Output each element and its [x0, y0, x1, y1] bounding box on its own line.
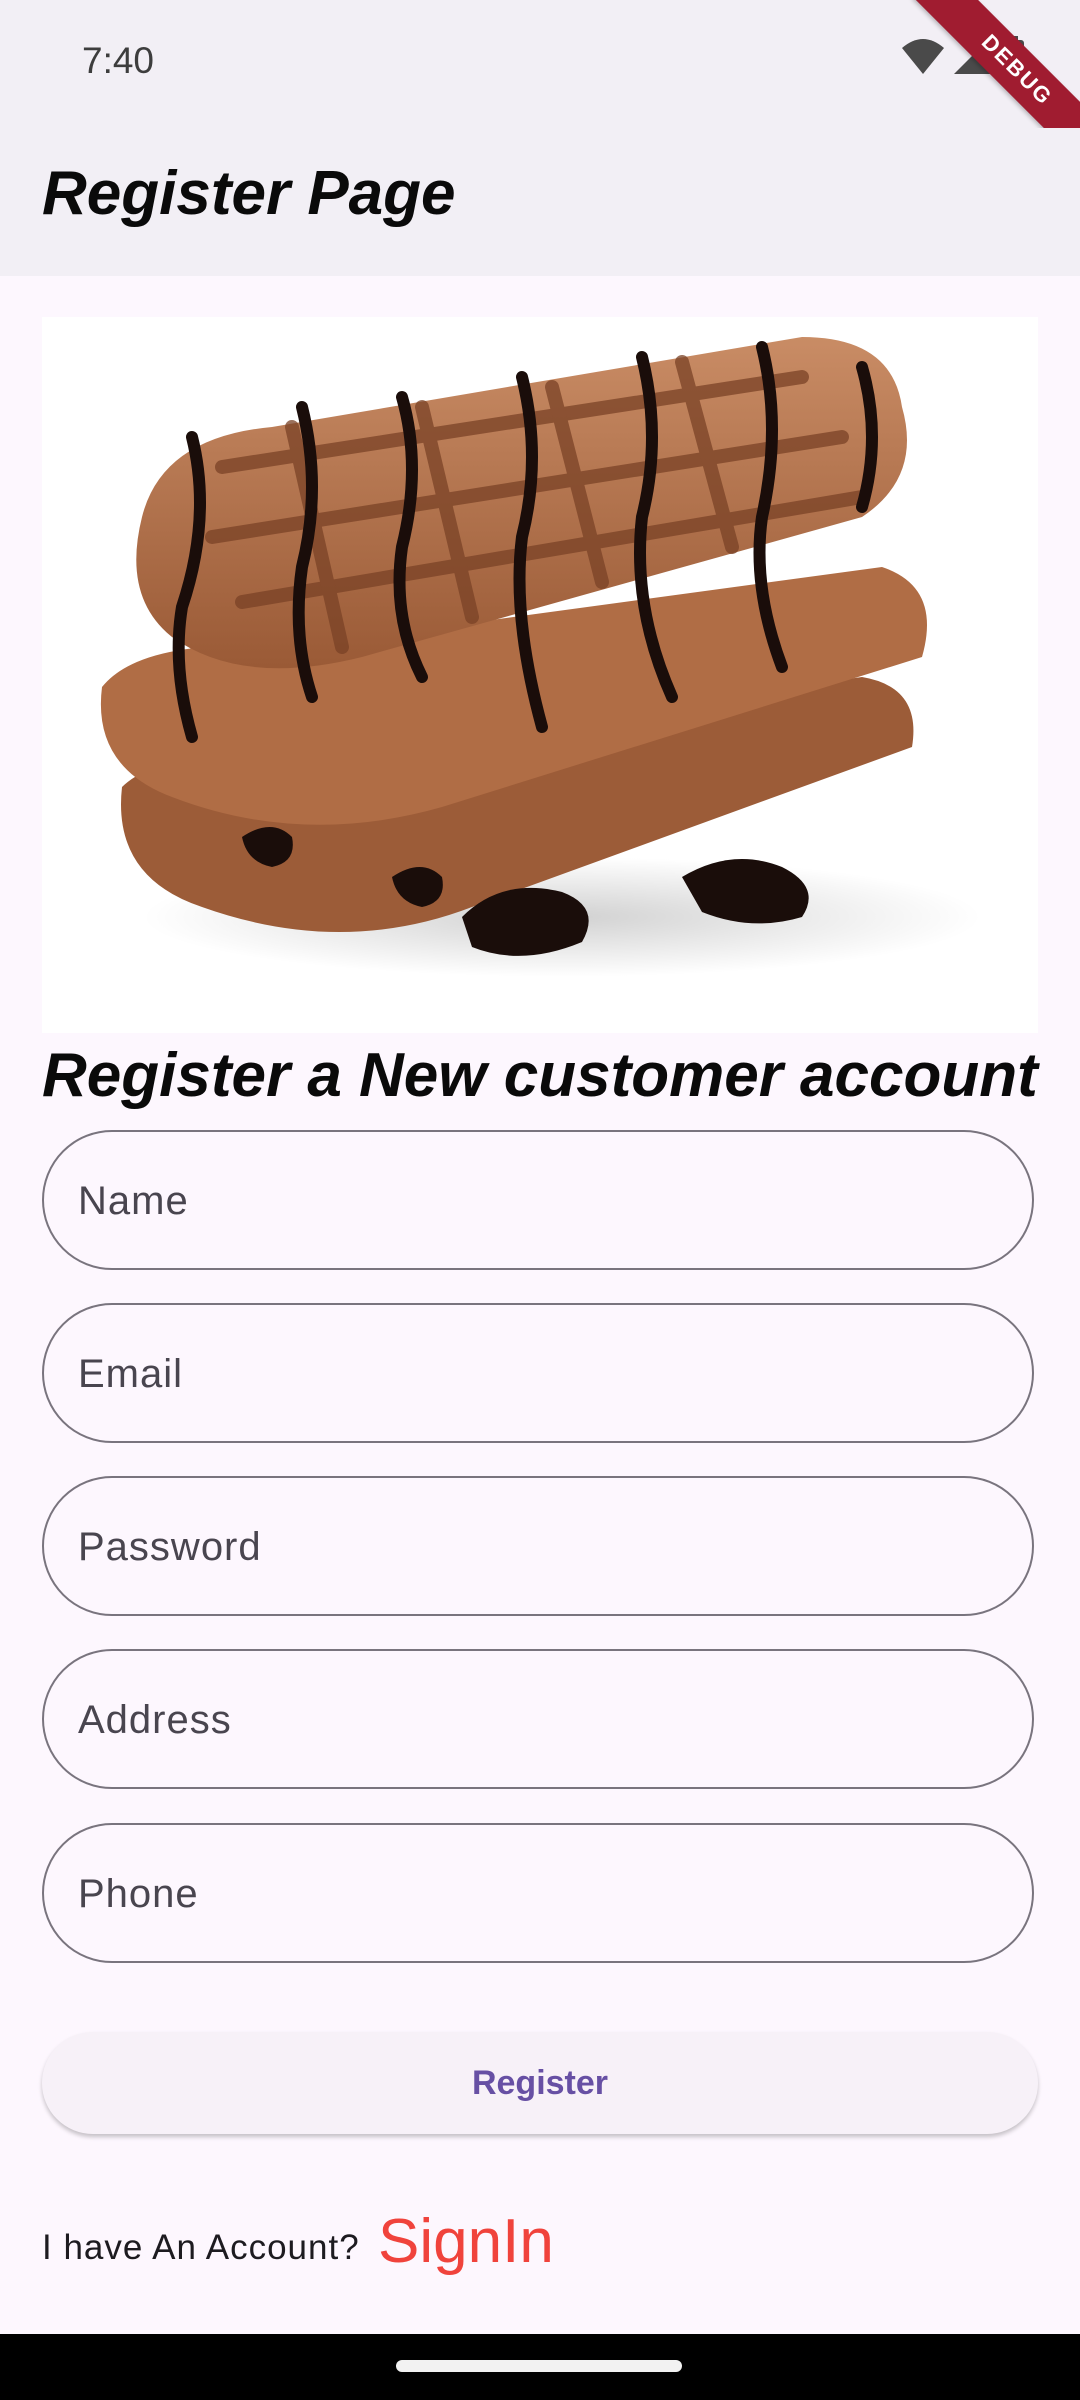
- home-gesture-handle[interactable]: [396, 2360, 682, 2372]
- address-input[interactable]: [76, 1651, 1000, 1789]
- password-field[interactable]: [42, 1476, 1034, 1616]
- wifi-icon: [902, 39, 944, 74]
- app-bar: Register Page: [0, 128, 1080, 276]
- form-heading: Register a New customer account: [42, 1041, 1038, 1110]
- page-title: Register Page: [42, 159, 456, 228]
- waffle-illustration: [100, 337, 982, 977]
- status-bar: 7:40: [0, 0, 1080, 128]
- navigation-bar: [0, 2334, 1080, 2400]
- have-account-label: I have An Account?: [42, 2228, 360, 2267]
- email-input[interactable]: [76, 1305, 1000, 1443]
- register-button[interactable]: Register: [42, 2032, 1038, 2134]
- status-time: 7:40: [82, 40, 155, 81]
- phone-input[interactable]: [76, 1825, 1000, 1963]
- password-input[interactable]: [76, 1478, 1000, 1616]
- name-field[interactable]: [42, 1130, 1034, 1270]
- signin-link[interactable]: SignIn: [378, 2206, 554, 2277]
- hero-image: [42, 317, 1038, 1033]
- phone-field[interactable]: [42, 1823, 1034, 1963]
- name-input[interactable]: [76, 1132, 1000, 1270]
- address-field[interactable]: [42, 1649, 1034, 1789]
- email-field[interactable]: [42, 1303, 1034, 1443]
